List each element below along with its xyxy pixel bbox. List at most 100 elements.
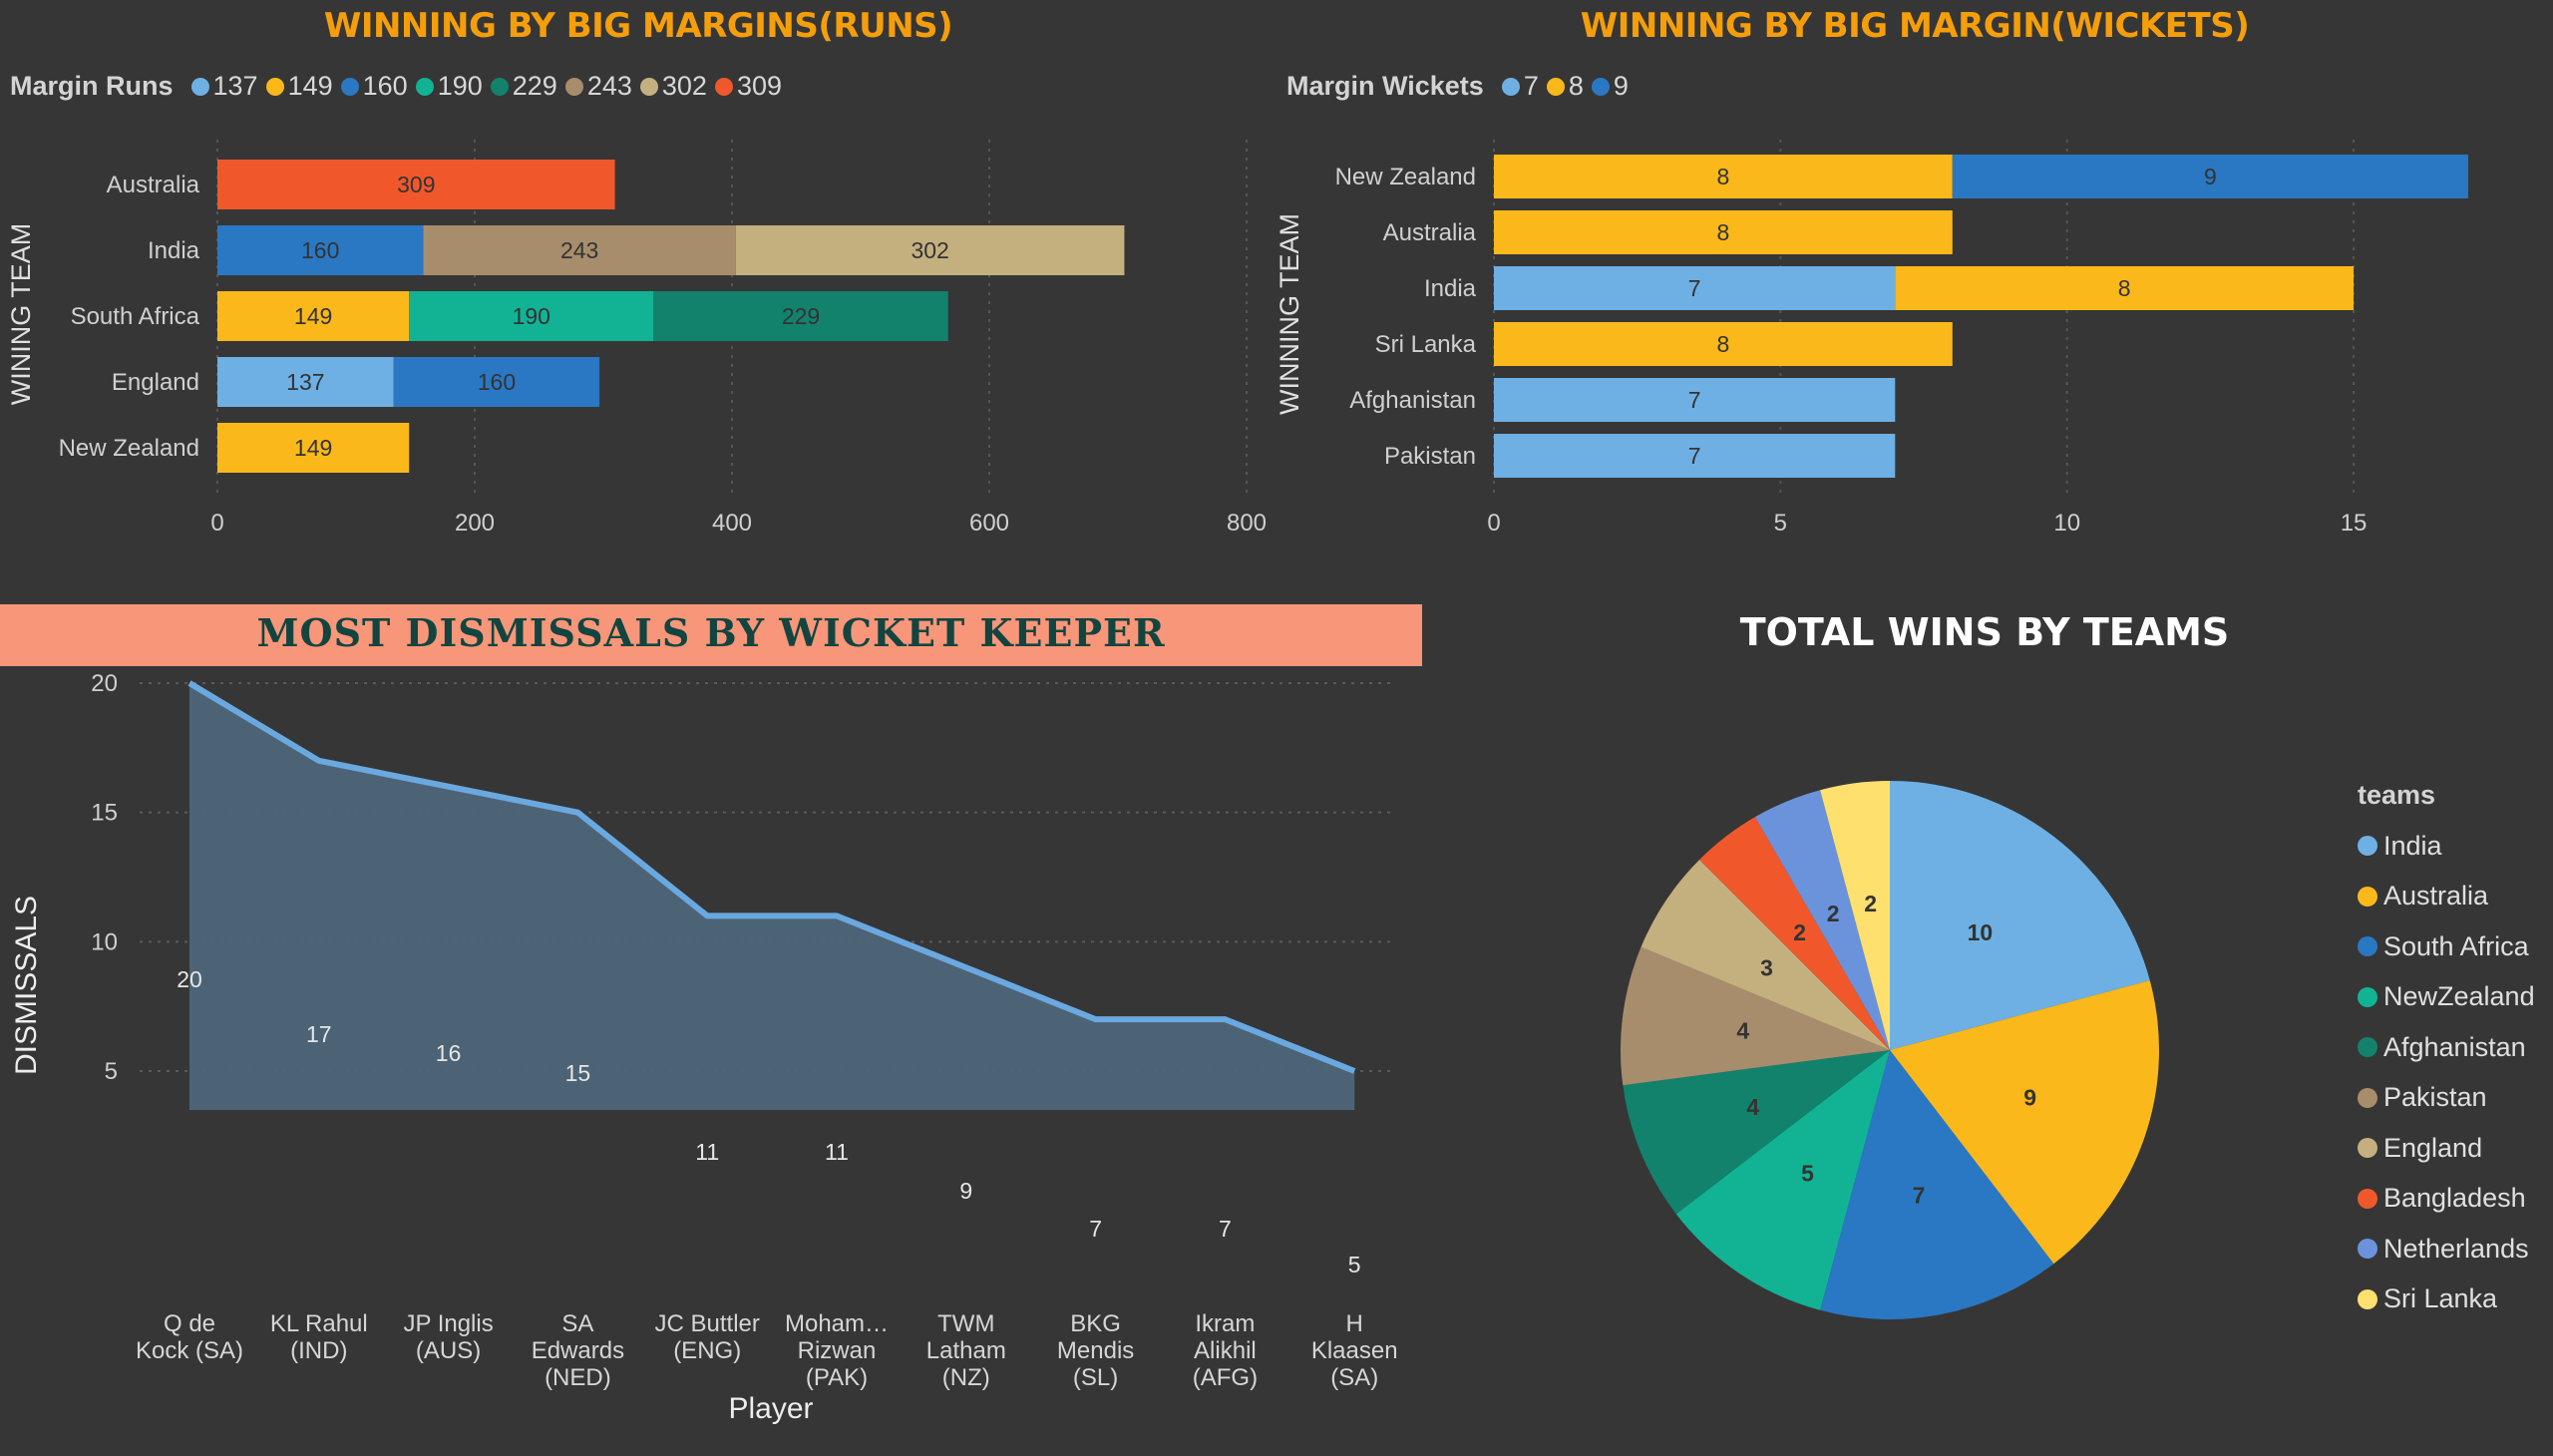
wk-data-label: 9 [959, 1178, 972, 1204]
pie-legend-label: Netherlands [2383, 1233, 2529, 1264]
pie-slice-label: 4 [1736, 1018, 1749, 1044]
wk-x-tick-label: Latham [926, 1337, 1006, 1364]
wickets-x-tick-label: 0 [1487, 510, 1500, 537]
wk-data-label: 20 [177, 966, 202, 992]
pie-legend-dot [2358, 986, 2377, 1007]
wk-y-axis-label: DISMISSALS [10, 896, 43, 1075]
pie-legend-item[interactable]: England [2358, 1123, 2535, 1174]
pie-slice-label: 2 [1793, 919, 1806, 945]
wk-x-tick-label: (AFG) [1193, 1364, 1258, 1391]
pie-legend-dot [2358, 1087, 2377, 1108]
wk-y-tick-label: 5 [105, 1058, 118, 1085]
wickets-x-tick-label: 10 [2053, 510, 2080, 537]
pie-slice [1675, 1050, 1890, 1310]
wk-x-tick-label: BKG [1070, 1310, 1121, 1337]
wickets-category-label: Pakistan [1384, 443, 1476, 470]
wickets-category-label: India [1424, 275, 1477, 302]
pie-legend-label: Pakistan [2383, 1082, 2487, 1113]
wk-x-tick-label: (SL) [1073, 1364, 1118, 1391]
runs-category-label: Australia [107, 172, 200, 198]
wickets-bar-value-label: 8 [1716, 219, 1729, 245]
runs-x-tick-label: 600 [969, 510, 1009, 537]
wk-chart-banner: MOST DISMISSALS BY WICKET KEEPER [0, 604, 1422, 666]
pie-slice [1623, 1050, 1890, 1215]
wk-x-tick-label: (NZ) [942, 1364, 990, 1391]
pie-legend-item[interactable]: NewZealand [2358, 972, 2535, 1023]
pie-legend-label: South Africa [2383, 930, 2529, 961]
runs-bar-value-label: 149 [294, 435, 332, 461]
pie-slice-label: 4 [1746, 1094, 1759, 1120]
runs-chart-panel: WINNING BY BIG MARGINS(RUNS) Margin Runs… [0, 0, 1276, 588]
pie-chart-legend: teams India Australia South Africa NewZeala… [2358, 780, 2535, 1324]
wk-x-tick-label: Q de [164, 1310, 215, 1337]
pie-legend-item[interactable]: Pakistan [2358, 1073, 2535, 1124]
pie-slice [1755, 790, 1890, 1050]
pie-legend-item[interactable]: Afghanistan [2358, 1022, 2535, 1073]
wk-x-tick-label: Rizwan [798, 1337, 877, 1364]
pie-slice [1820, 1050, 2054, 1319]
runs-bar-value-label: 229 [782, 303, 820, 329]
pie-legend-dot [2358, 1138, 2377, 1159]
pie-legend-item[interactable]: Sri Lanka [2358, 1274, 2535, 1325]
wickets-chart-panel: WINNING BY BIG MARGIN(WICKETS) Margin Wi… [1276, 0, 2553, 588]
pie-legend-label: India [2383, 830, 2442, 861]
pie-slice-label: 2 [1827, 901, 1840, 926]
runs-bar-value-label: 309 [397, 172, 435, 197]
pie-legend-item[interactable]: India [2358, 821, 2535, 872]
pie-legend-item[interactable]: South Africa [2358, 921, 2535, 972]
wk-x-tick-label: Ikram [1195, 1310, 1255, 1337]
wickets-bar-value-label: 8 [1716, 331, 1729, 357]
wk-data-label: 7 [1219, 1216, 1232, 1242]
pie-slice-label: 5 [1801, 1160, 1814, 1186]
wickets-bar-value-label: 8 [1716, 164, 1729, 189]
wickets-category-label: Sri Lanka [1375, 331, 1477, 358]
wk-x-axis-label: Player [728, 1392, 813, 1425]
wk-y-tick-label: 10 [91, 928, 118, 955]
pie-legend-dot [2358, 1188, 2377, 1209]
pie-legend-label: Bangladesh [2383, 1183, 2526, 1214]
pie-slice [1699, 817, 1890, 1050]
runs-category-label: England [112, 369, 199, 396]
pie-legend-label: NewZealand [2383, 981, 2535, 1012]
pie-slice [1890, 780, 2150, 1050]
wk-x-tick-label: KL Rahul [270, 1310, 368, 1337]
wk-x-tick-label: SA [561, 1310, 593, 1337]
wk-data-label: 11 [825, 1139, 849, 1165]
pie-legend-item[interactable]: Bangladesh [2358, 1174, 2535, 1225]
wk-x-tick-label: JC Buttler [655, 1310, 760, 1337]
wk-x-tick-label: Edwards [532, 1337, 624, 1364]
pie-legend-item[interactable]: Australia [2358, 872, 2535, 922]
pie-legend-dot [2358, 1037, 2377, 1058]
pie-legend-dot [2358, 836, 2377, 857]
wk-x-tick-label: Alikhil [1194, 1337, 1257, 1364]
pie-slice [1820, 781, 1890, 1050]
runs-bar-value-label: 243 [560, 237, 598, 263]
runs-category-label: New Zealand [59, 435, 199, 462]
pie-legend-label: Sri Lanka [2383, 1283, 2498, 1314]
pie-legend-label: England [2383, 1132, 2483, 1163]
runs-bar-value-label: 160 [478, 369, 516, 395]
pie-legend-dot [2358, 886, 2377, 907]
wk-x-tick-label: JP Inglis [403, 1310, 493, 1337]
wk-chart-plot: 5 10 15 20 20 17 16 15 11 11 9 7 7 5 Q deKock (SA) KL R… [10, 670, 1398, 1425]
runs-y-axis-label: WINING TEAM [6, 223, 36, 406]
wickets-x-tick-label: 5 [1774, 510, 1787, 537]
pie-legend-label: Afghanistan [2383, 1031, 2526, 1062]
wickets-category-label: New Zealand [1335, 164, 1476, 190]
runs-x-tick-label: 0 [210, 510, 223, 537]
pie-slice-label: 9 [2023, 1085, 2036, 1111]
runs-x-tick-label: 800 [1227, 510, 1267, 537]
pie-legend-dot [2358, 1288, 2377, 1309]
wickets-bar-value-label: 7 [1688, 275, 1701, 301]
runs-x-tick-label: 200 [455, 510, 495, 537]
wk-x-tick-label: (AUS) [416, 1337, 481, 1364]
wk-x-tick-label: Kock (SA) [136, 1337, 243, 1364]
wk-x-tick-label: Mendis [1057, 1337, 1134, 1364]
runs-category-label: India [148, 237, 200, 264]
pie-legend-item[interactable]: Netherlands [2358, 1224, 2535, 1274]
wk-data-label: 5 [1348, 1252, 1361, 1277]
wk-x-tick-label: (PAK) [806, 1364, 868, 1391]
pie-slice [1621, 946, 1890, 1086]
wickets-bar-value-label: 9 [2204, 164, 2217, 189]
pie-slice-label: 10 [1968, 919, 1994, 945]
